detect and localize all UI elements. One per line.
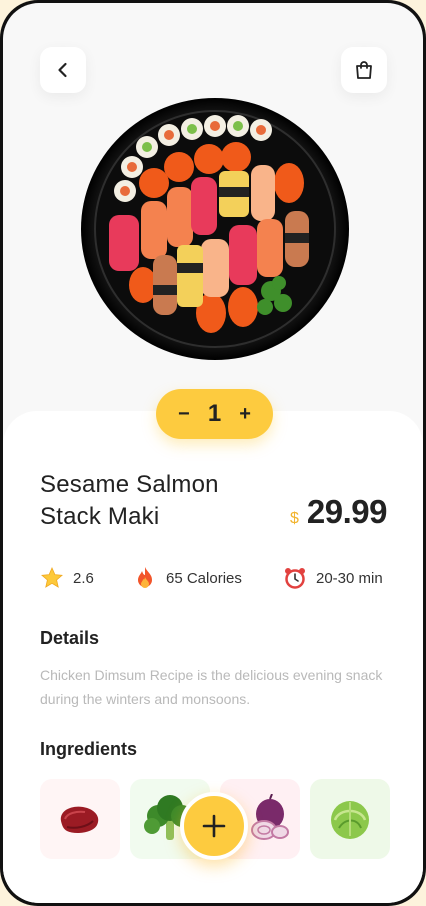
increase-button[interactable]: + <box>239 403 251 426</box>
currency-symbol: $ <box>290 510 299 527</box>
sushi-platter-image <box>81 98 349 360</box>
details-heading: Details <box>40 628 100 648</box>
product-title-line1: Sesame Salmon <box>40 471 219 498</box>
alarm-clock-icon <box>282 565 308 591</box>
calories-stat: 65 Calories <box>132 563 242 593</box>
phone-frame: − 1 + Sesame Salmon Stack Maki $ 29.99 2… <box>0 0 426 906</box>
shopping-bag-icon <box>356 61 372 79</box>
rating-stat: 2.6 <box>39 563 94 593</box>
time-stat: 20-30 min <box>282 563 383 593</box>
plus-icon <box>202 814 226 838</box>
calories-value: 65 Calories <box>166 569 242 587</box>
ingredient-cabbage[interactable] <box>310 779 390 859</box>
rating-value: 2.6 <box>73 569 94 587</box>
star-icon <box>39 565 65 591</box>
add-to-cart-button[interactable] <box>180 792 248 860</box>
ingredient-meat[interactable] <box>40 779 120 859</box>
back-button[interactable] <box>40 47 86 93</box>
cart-button[interactable] <box>341 47 387 93</box>
product-stats: 2.6 65 Calories 20-30 min <box>39 563 389 593</box>
quantity-value: 1 <box>207 400 222 427</box>
price-value: 29.99 <box>306 493 388 530</box>
meat-icon <box>60 806 99 833</box>
ingredients-heading: Ingredients <box>40 739 138 759</box>
quantity-stepper: − 1 + <box>156 389 273 439</box>
product-title-line2: Stack Maki <box>40 503 160 530</box>
decrease-button[interactable]: − <box>178 403 190 426</box>
product-title: Sesame Salmon Stack Maki <box>40 469 270 533</box>
chevron-left-icon <box>58 62 67 78</box>
screen: − 1 + Sesame Salmon Stack Maki $ 29.99 2… <box>3 3 423 903</box>
time-value: 20-30 min <box>316 569 383 587</box>
price: $ 29.99 <box>290 493 388 531</box>
cabbage-icon <box>331 801 369 839</box>
details-description: Chicken Dimsum Recipe is the delicious e… <box>40 667 383 707</box>
product-image <box>79 95 351 363</box>
fire-icon <box>132 565 158 591</box>
